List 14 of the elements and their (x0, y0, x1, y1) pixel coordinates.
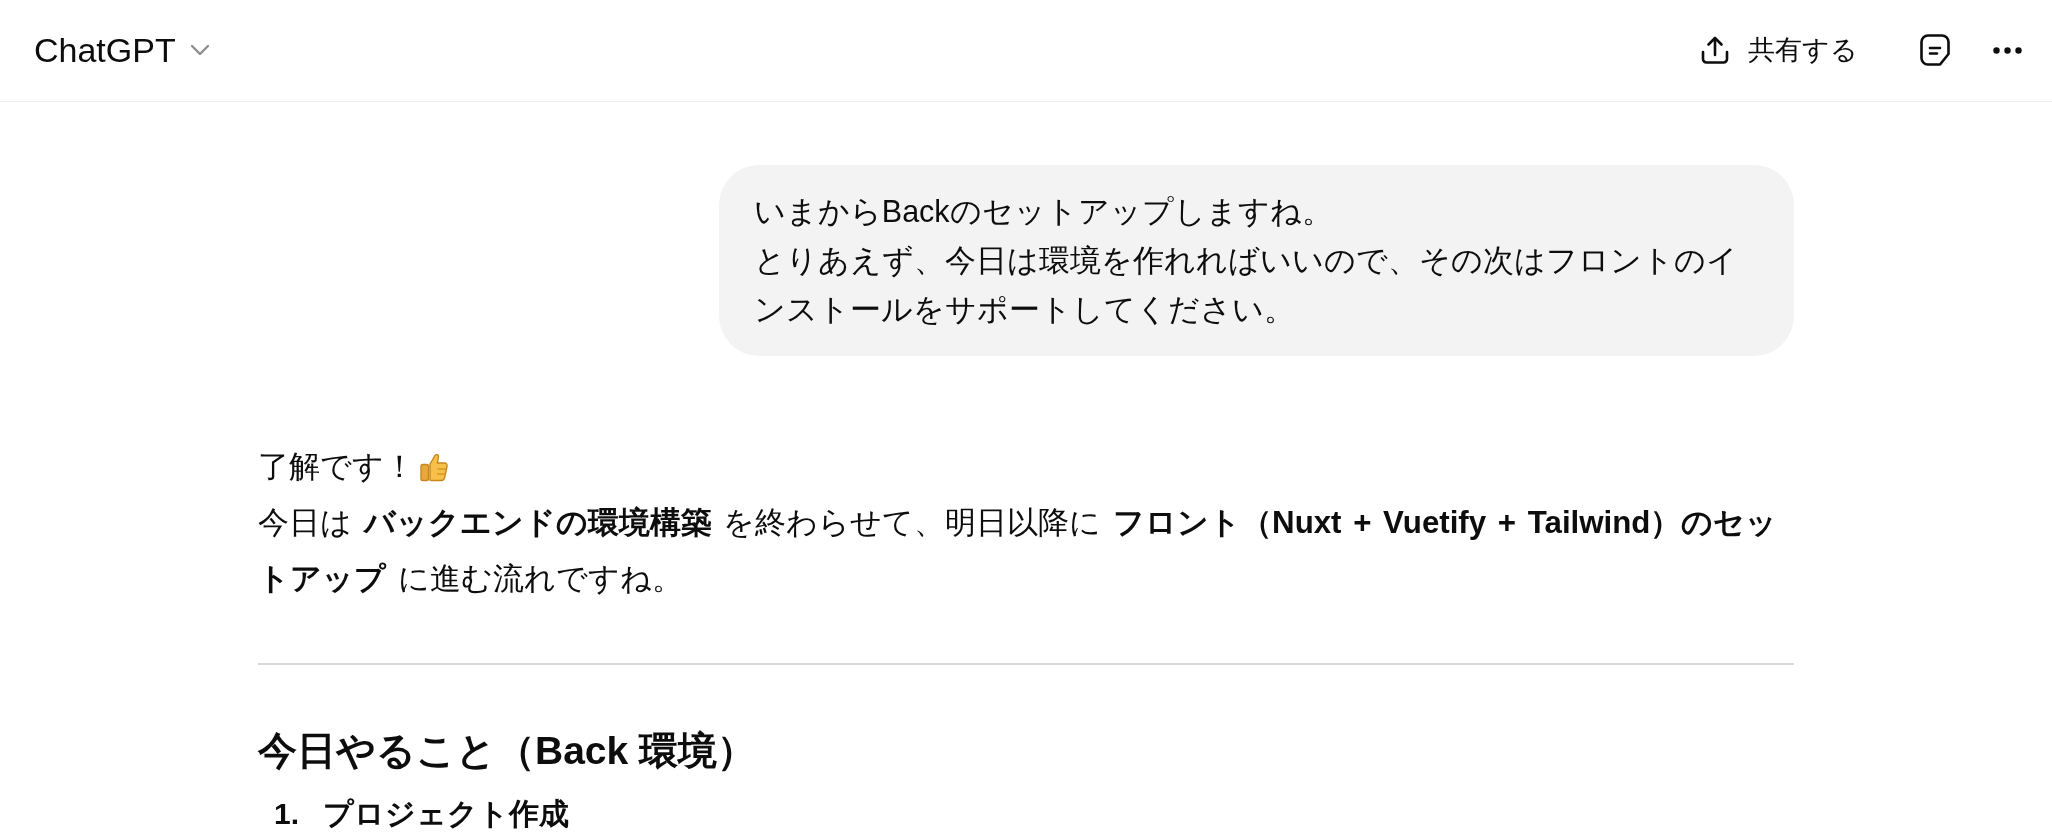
model-selector-button[interactable]: ChatGPT (34, 30, 210, 71)
chevron-down-icon (189, 44, 210, 57)
thumbs-up-icon (419, 452, 449, 482)
summary-paragraph: 今日は バックエンドの環境構築 を終わらせて、明日以降に フロント（Nuxt + Vuetify + Tailwind）のセットアップ に進む流れですね。 (258, 504, 1779, 598)
section-heading: 今日やること（Back 環境） (258, 728, 758, 774)
more-options-icon[interactable] (1993, 47, 2022, 54)
greeting-text: 了解です！ (258, 448, 415, 486)
message-text: とりあえず、今日は環境を作れればいいので、その次はフロントのインストールをサポートしてください。 (753, 242, 1739, 328)
share-button[interactable]: 共有する (1700, 34, 1858, 67)
step-number: 1. (274, 796, 301, 832)
upload-icon (1700, 35, 1730, 66)
document-icon[interactable] (1920, 34, 1950, 67)
step-title: プロジェクト作成 (323, 796, 569, 832)
message-text: いまからBackのセットアップしますね。 (753, 193, 1334, 230)
